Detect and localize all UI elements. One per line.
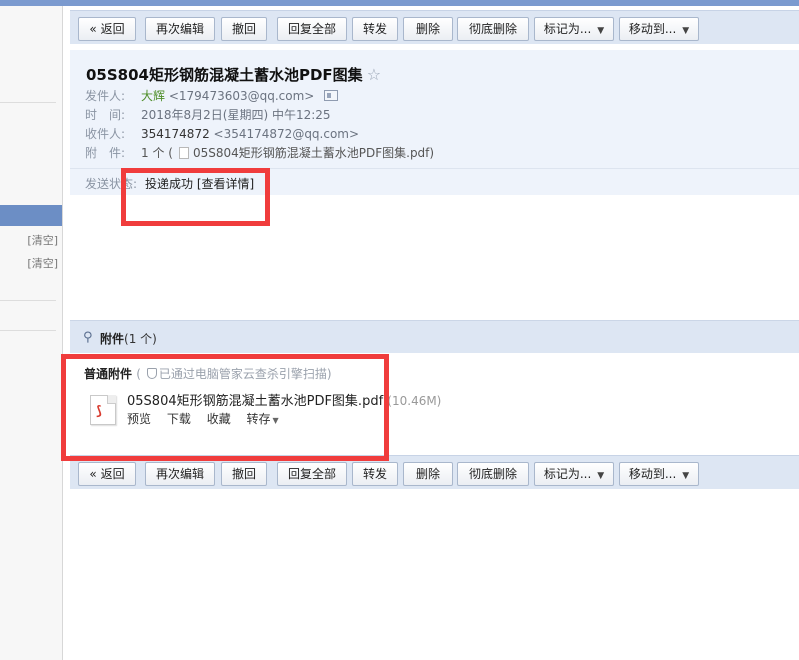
chevron-down-icon: ▼ <box>597 471 605 481</box>
mail-read-pane: « 返回 再次编辑 撤回 回复全部 转发 删除 彻底删除 标记为... ▼ 移动到… <box>64 6 799 660</box>
move-to-label: 移动到... <box>628 467 677 481</box>
contact-card-icon[interactable] <box>324 90 339 101</box>
sidebar-divider <box>0 300 56 301</box>
attachment-count: 1 个 ( <box>141 146 173 160</box>
recall-button[interactable]: 撤回 <box>221 17 267 41</box>
clear-link-1[interactable]: [清空] <box>27 232 58 248</box>
chevron-down-icon: ▼ <box>682 26 690 36</box>
move-to-label: 移动到... <box>628 22 677 36</box>
mark-as-label: 标记为... <box>543 467 592 481</box>
file-icon <box>178 147 189 159</box>
attachment-summary-row: 附 件: 1 个 ( 05S804矩形钢筋混凝土蓄水池PDF图集.pdf) <box>85 144 434 161</box>
attachments-count: (1 个) <box>124 332 157 346</box>
clear-link-2[interactable]: [清空] <box>27 255 58 271</box>
time-row: 时 间: 2018年8月2日(星期四) 中午12:25 <box>85 106 331 123</box>
sidebar-divider <box>0 330 56 331</box>
sender-row: 发件人: 大辉 <179473603@qq.com> <box>85 87 339 104</box>
attachments-title-text: 附件 <box>100 332 125 346</box>
forward-button[interactable]: 转发 <box>352 462 398 486</box>
attachments-header: ⚲ 附件(1 个) <box>70 320 799 353</box>
subject-text: 05S804矩形钢筋混凝土蓄水池PDF图集 <box>86 66 363 84</box>
chevron-down-icon: ▼ <box>597 26 605 36</box>
mail-subject: 05S804矩形钢筋混凝土蓄水池PDF图集 ☆ <box>86 64 381 85</box>
back-button[interactable]: « 返回 <box>78 17 136 41</box>
reply-all-button[interactable]: 回复全部 <box>277 462 347 486</box>
sender-address: <179473603@qq.com> <box>168 89 315 103</box>
sidebar: [清空] [清空] <box>0 6 63 660</box>
sender-label: 发件人: <box>85 89 126 103</box>
reply-all-button[interactable]: 回复全部 <box>277 17 347 41</box>
edit-again-button[interactable]: 再次编辑 <box>145 462 215 486</box>
delete-permanently-button[interactable]: 彻底删除 <box>457 17 529 41</box>
recipient-name[interactable]: 354174872 <box>141 127 210 141</box>
star-icon[interactable]: ☆ <box>367 65 381 84</box>
sidebar-divider <box>0 102 56 103</box>
mark-as-button[interactable]: 标记为... ▼ <box>534 17 614 41</box>
toolbar-top: « 返回 再次编辑 撤回 回复全部 转发 删除 彻底删除 标记为... ▼ 移动到… <box>70 10 799 44</box>
time-value: 2018年8月2日(星期四) 中午12:25 <box>141 108 331 122</box>
recipient-row: 收件人: 354174872 <354174872@qq.com> <box>85 125 359 142</box>
mark-as-button[interactable]: 标记为... ▼ <box>534 462 614 486</box>
time-label: 时 间: <box>85 108 126 122</box>
attachments-title: 附件(1 个) <box>100 330 157 347</box>
sender-name[interactable]: 大辉 <box>141 89 165 103</box>
delete-permanently-button[interactable]: 彻底删除 <box>457 462 529 486</box>
highlight-box-status <box>121 168 270 226</box>
sidebar-selected-item[interactable] <box>0 205 62 226</box>
attachment-file-size: (10.46M) <box>387 394 442 408</box>
mark-as-label: 标记为... <box>543 22 592 36</box>
recipient-label: 收件人: <box>85 127 126 141</box>
recipient-address: <354174872@qq.com> <box>213 127 360 141</box>
highlight-box-attachment <box>61 354 389 461</box>
delete-button[interactable]: 删除 <box>403 17 453 41</box>
chevron-down-icon: ▼ <box>682 471 690 481</box>
move-to-button[interactable]: 移动到... ▼ <box>619 462 699 486</box>
attachment-summary-name[interactable]: 05S804矩形钢筋混凝土蓄水池PDF图集.pdf) <box>193 146 434 160</box>
recall-button[interactable]: 撤回 <box>221 462 267 486</box>
back-button[interactable]: « 返回 <box>78 462 136 486</box>
move-to-button[interactable]: 移动到... ▼ <box>619 17 699 41</box>
delete-button[interactable]: 删除 <box>403 462 453 486</box>
edit-again-button[interactable]: 再次编辑 <box>145 17 215 41</box>
attachment-label: 附 件: <box>85 146 126 160</box>
forward-button[interactable]: 转发 <box>352 17 398 41</box>
paperclip-icon: ⚲ <box>83 330 93 345</box>
